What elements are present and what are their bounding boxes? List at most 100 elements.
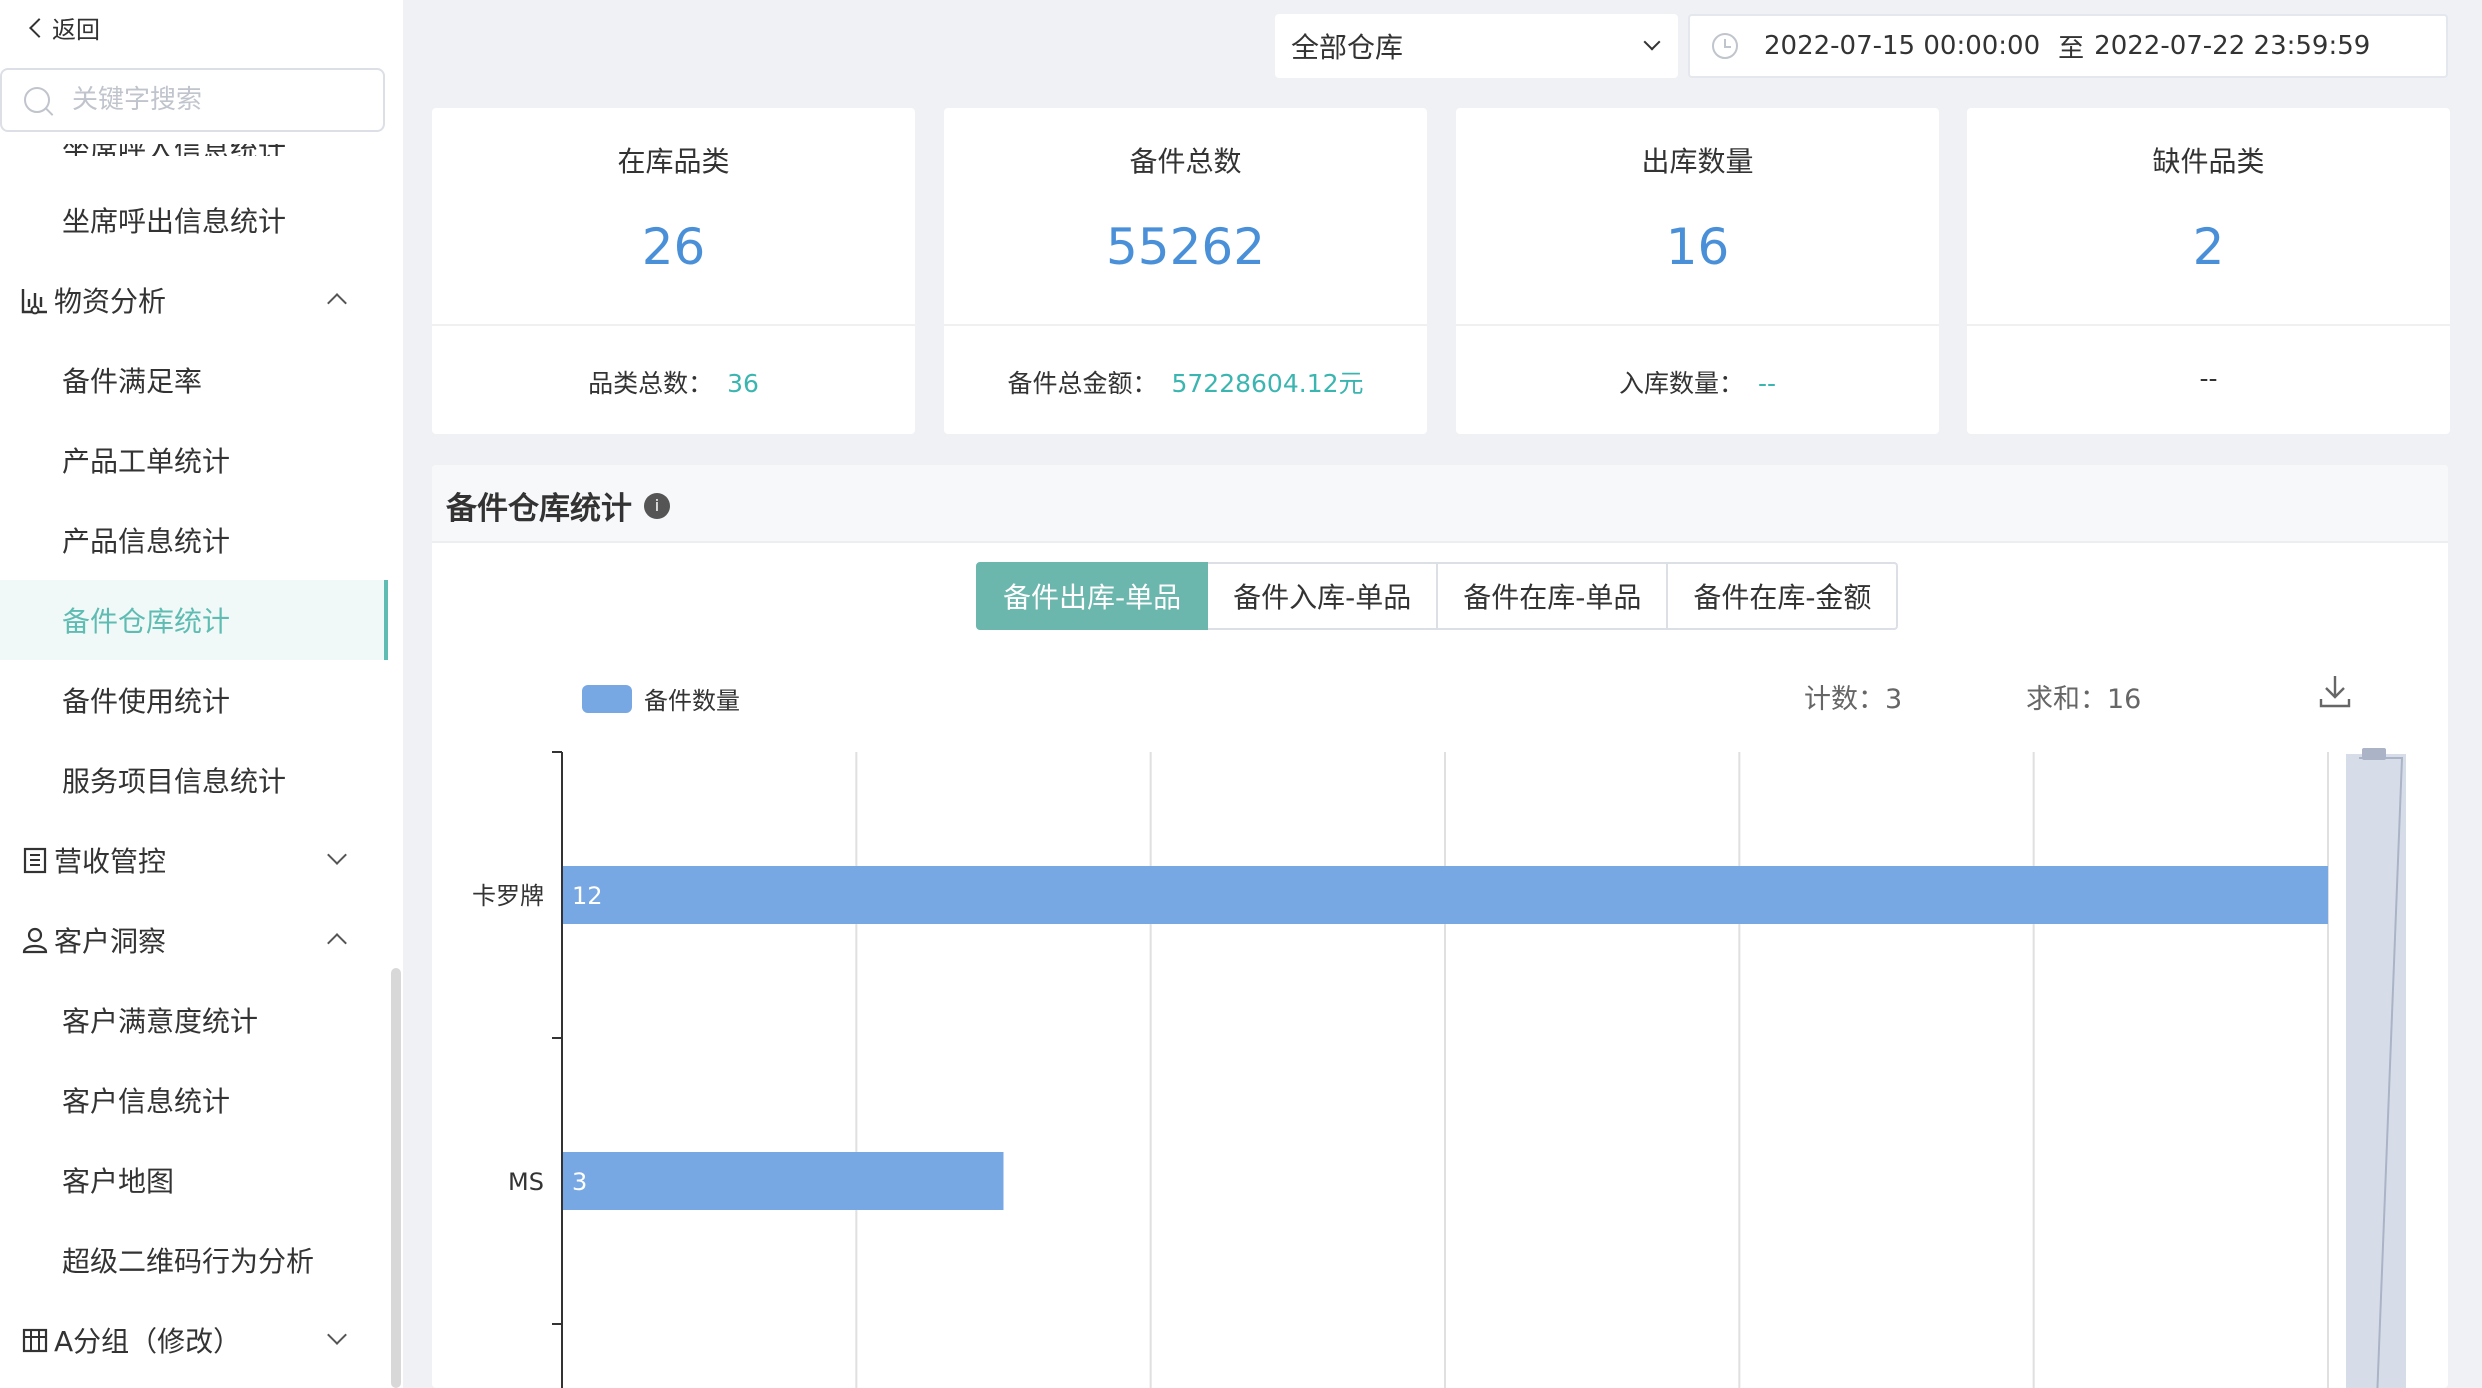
card-footer-label: 入库数量：	[1618, 369, 1744, 398]
card-footer-value: 57228604.12元	[1171, 369, 1364, 398]
warehouse-select[interactable]: 全部仓库	[1275, 14, 1678, 78]
sidebar-item-customer-info[interactable]: 客户信息统计	[0, 1060, 388, 1140]
bar	[563, 1152, 1004, 1210]
card-title: 在库品类	[617, 145, 730, 178]
chevron-up-icon	[327, 933, 347, 953]
tab-parts-outbound[interactable]: 备件出库-单品	[976, 562, 1209, 630]
panel-title: 备件仓库统计	[446, 491, 632, 527]
chevron-down-icon	[327, 1325, 347, 1345]
card-value: 26	[641, 218, 706, 276]
sidebar-group-materials[interactable]: 物资分析	[0, 260, 388, 340]
sidebar-item-label: 产品信息统计	[62, 525, 231, 558]
stat-card-parts-total: 备件总数 55262 备件总金额： 57228604.12元	[944, 108, 1427, 434]
card-value: 55262	[1105, 218, 1266, 276]
sidebar-item-parts-warehouse[interactable]: 备件仓库统计	[0, 580, 388, 660]
sidebar-group-label: 营收管控	[54, 845, 167, 878]
chevron-up-icon	[327, 293, 347, 313]
sidebar-item-parts-fulfillment[interactable]: 备件满足率	[0, 340, 388, 420]
card-title: 出库数量	[1641, 145, 1754, 178]
sidebar: 返回 坐席呼入信息统计 坐席呼出信息统计 物资分析 备件满足率 产品工单统计 产…	[0, 0, 403, 1388]
parts-warehouse-panel: 备件仓库统计 i 备件出库-单品 备件入库-单品 备件在库-单品 备件在库-金额…	[432, 465, 2448, 1388]
sidebar-group-a[interactable]: A分组（修改）	[0, 1300, 388, 1380]
chevron-left-icon	[29, 17, 49, 38]
tab-parts-inbound[interactable]: 备件入库-单品	[1208, 562, 1439, 630]
card-footer: 品类总数： 36	[432, 364, 915, 400]
search-box[interactable]	[0, 68, 385, 132]
panel-title-wrap: 备件仓库统计 i	[446, 483, 670, 528]
data-zoom-handle[interactable]	[2362, 748, 2386, 760]
back-link[interactable]: 返回	[28, 10, 100, 45]
sidebar-group-label: 物资分析	[54, 285, 167, 318]
tab-parts-instock-amount[interactable]: 备件在库-金额	[1668, 562, 1899, 630]
panel-header: 备件仓库统计 i	[432, 465, 2448, 543]
stat-card-instock-categories: 在库品类 26 品类总数： 36	[432, 108, 915, 434]
chevron-down-icon	[327, 845, 347, 865]
count-stat: 计数：3	[1804, 684, 1903, 715]
data-zoom-slider[interactable]	[2346, 754, 2406, 1388]
search-icon	[24, 87, 50, 113]
sidebar-item-label: 客户信息统计	[62, 1085, 231, 1118]
date-end: 2022-07-22 23:59:59	[2094, 31, 2371, 61]
sidebar-item-agent-outbound[interactable]: 坐席呼出信息统计	[0, 180, 388, 260]
sidebar-item-label: 产品工单统计	[62, 445, 231, 478]
card-footer: --	[1967, 364, 2450, 393]
chart-legend[interactable]: 备件数量	[582, 681, 740, 716]
card-footer-value: 36	[727, 369, 759, 398]
search-input[interactable]	[72, 85, 372, 115]
sidebar-group-customer-insight[interactable]: 客户洞察	[0, 900, 388, 980]
card-footer-value: --	[2199, 364, 2218, 393]
date-start: 2022-07-15 00:00:00	[1764, 31, 2041, 61]
clock-icon	[1712, 33, 1738, 59]
sidebar-item-satisfaction[interactable]: 客户满意度统计	[0, 980, 388, 1060]
sidebar-scrollbar[interactable]	[391, 968, 401, 1388]
sidebar-group-label: 客户洞察	[54, 925, 167, 958]
sidebar-group-revenue[interactable]: 营收管控	[0, 820, 388, 900]
warehouse-select-value: 全部仓库	[1291, 31, 1404, 64]
sidebar-item-parts-usage[interactable]: 备件使用统计	[0, 660, 388, 740]
card-footer: 入库数量： --	[1456, 364, 1939, 400]
card-divider	[944, 324, 1427, 326]
sidebar-item-label: 坐席呼出信息统计	[62, 205, 287, 238]
sidebar-item-label: 备件使用统计	[62, 685, 231, 718]
bar-chart: 12 卡罗牌 3 MS	[472, 748, 2406, 1388]
info-icon[interactable]: i	[644, 492, 670, 519]
legend-label: 备件数量	[644, 687, 740, 715]
sidebar-item-clipped[interactable]: 坐席呼入信息统计	[62, 144, 286, 156]
card-value: 2	[2192, 218, 2225, 276]
card-divider	[1967, 324, 2450, 326]
sidebar-item-service-items[interactable]: 服务项目信息统计	[0, 740, 388, 820]
sum-stat: 求和：16	[2026, 684, 2142, 715]
bar	[563, 866, 2328, 924]
card-value: 16	[1665, 218, 1730, 276]
card-divider	[1456, 324, 1939, 326]
sidebar-item-product-orders[interactable]: 产品工单统计	[0, 420, 388, 500]
category-label: 卡罗牌	[472, 882, 544, 910]
bar-value-label: 12	[572, 882, 603, 910]
sidebar-item-product-info[interactable]: 产品信息统计	[0, 500, 388, 580]
sidebar-group-label: A分组（修改）	[54, 1325, 242, 1358]
stat-card-outbound-qty: 出库数量 16 入库数量： --	[1456, 108, 1939, 434]
card-title: 备件总数	[1129, 145, 1242, 178]
card-footer-value: --	[1757, 369, 1777, 398]
sidebar-item-label: 客户满意度统计	[62, 1005, 259, 1038]
back-label: 返回	[52, 16, 100, 44]
sidebar-item-qrcode-analysis[interactable]: 超级二维码行为分析	[0, 1220, 388, 1300]
bar-chart-icon	[20, 285, 50, 315]
card-title: 缺件品类	[2152, 145, 2265, 178]
grid-icon	[20, 1325, 50, 1355]
legend-swatch	[582, 684, 632, 713]
card-footer-label: 备件总金额：	[1007, 369, 1158, 398]
category-label: MS	[508, 1168, 544, 1196]
sidebar-item-label: 备件仓库统计	[62, 605, 231, 638]
download-icon[interactable]	[2318, 673, 2352, 709]
sidebar-item-label: 服务项目信息统计	[62, 765, 287, 798]
date-separator: 至	[2058, 33, 2085, 64]
date-range-picker[interactable]: 2022-07-15 00:00:00 至 2022-07-22 23:59:5…	[1688, 14, 2448, 78]
sidebar-item-label: 超级二维码行为分析	[62, 1245, 315, 1278]
sidebar-item-customer-map[interactable]: 客户地图	[0, 1140, 388, 1220]
card-footer: 备件总金额： 57228604.12元	[944, 364, 1427, 400]
user-icon	[20, 925, 50, 955]
tab-parts-instock[interactable]: 备件在库-单品	[1438, 562, 1669, 630]
card-divider	[432, 324, 915, 326]
building-icon	[20, 845, 50, 875]
